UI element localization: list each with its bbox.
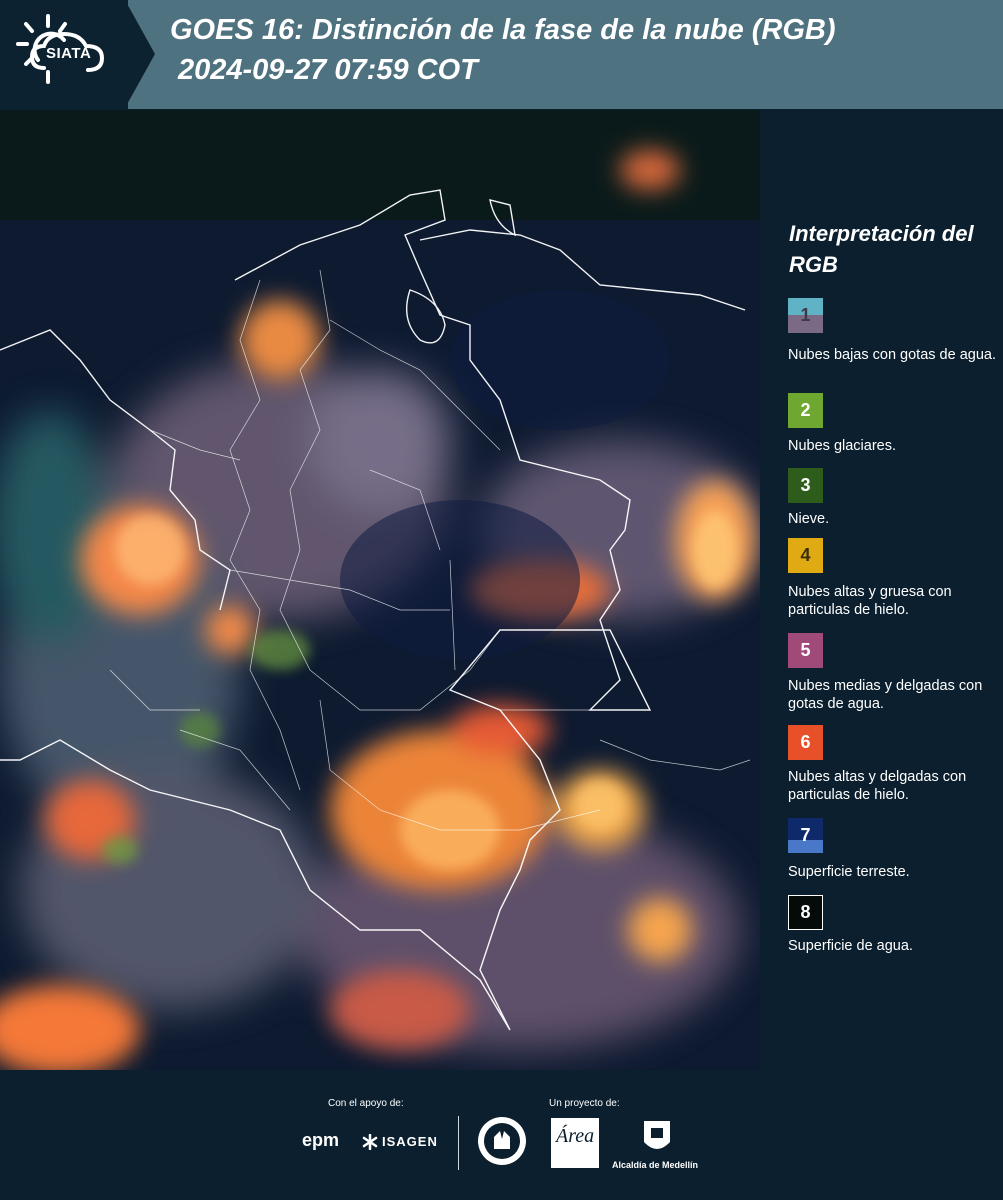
legend-swatch-1: 1 bbox=[788, 298, 823, 333]
area-logo-text: Área bbox=[556, 1125, 595, 1147]
epm-logo: epm bbox=[302, 1130, 339, 1151]
legend-label-7: Superficie terreste. bbox=[788, 864, 910, 880]
footer-divider bbox=[458, 1116, 459, 1170]
project-label: Un proyecto de: bbox=[549, 1098, 620, 1109]
legend-number-8: 8 bbox=[800, 902, 811, 922]
legend-swatch-2: 2 bbox=[788, 393, 823, 428]
area-metropolitana-logo: Área bbox=[551, 1118, 599, 1168]
isagen-star-icon bbox=[362, 1134, 378, 1150]
legend-swatch-4: 4 bbox=[788, 538, 823, 573]
legend-number-3: 3 bbox=[800, 475, 811, 495]
legend-swatch-6: 6 bbox=[788, 725, 823, 760]
university-seal-icon bbox=[478, 1117, 526, 1165]
legend-number-4: 4 bbox=[800, 545, 811, 565]
epm-logo-text: epm bbox=[302, 1130, 340, 1150]
legend-swatch-8: 8 bbox=[788, 895, 823, 930]
alcaldia-label: Alcaldía de Medellín bbox=[612, 1160, 699, 1170]
legend-number-7: 7 bbox=[800, 825, 811, 845]
legend-label-6: Nubes altas y delgadas con particulas de… bbox=[788, 769, 967, 803]
legend-number-1: 1 bbox=[800, 305, 811, 325]
page-timestamp: 2024-09-27 07:59 COT bbox=[178, 54, 478, 86]
support-label: Con el apoyo de: bbox=[328, 1098, 404, 1109]
legend-label-8: Superficie de agua. bbox=[788, 938, 913, 954]
legend-panel: Interpretación del RGB 1 Nubes bajas con… bbox=[760, 110, 1003, 1070]
medellin-coat-icon bbox=[644, 1121, 670, 1149]
footer-bar: Con el apoyo de: Un proyecto de: epm ISA… bbox=[0, 1070, 1003, 1200]
logo-arrow bbox=[125, 0, 155, 108]
legend-swatch-3: 3 bbox=[788, 468, 823, 503]
siata-logo: SIATA bbox=[0, 0, 128, 109]
legend-number-6: 6 bbox=[800, 732, 811, 752]
legend-swatch-5: 5 bbox=[788, 633, 823, 668]
legend-number-5: 5 bbox=[800, 640, 811, 660]
satellite-rgb-image bbox=[0, 110, 760, 1070]
legend-swatch-7: 7 bbox=[788, 818, 823, 853]
header-bar: SIATA GOES 16: Distinción de la fase de … bbox=[0, 0, 1003, 109]
legend-label-4: Nubes altas y gruesa con particulas de h… bbox=[788, 584, 952, 618]
legend-label-3: Nieve. bbox=[788, 511, 830, 527]
legend-label-2: Nubes glaciares. bbox=[788, 438, 896, 454]
legend-number-2: 2 bbox=[800, 400, 811, 420]
legend-title: Interpretación del RGB bbox=[789, 221, 974, 277]
isagen-logo: ISAGEN bbox=[382, 1134, 438, 1149]
legend-label-5: Nubes medias y delgadas con gotas de agu… bbox=[788, 678, 983, 712]
satellite-map[interactable] bbox=[0, 110, 760, 1070]
siata-brand-text: SIATA bbox=[46, 45, 92, 62]
legend-label-1: Nubes bajas con gotas de agua. bbox=[788, 347, 996, 363]
page-title: GOES 16: Distinción de la fase de la nub… bbox=[170, 14, 836, 46]
